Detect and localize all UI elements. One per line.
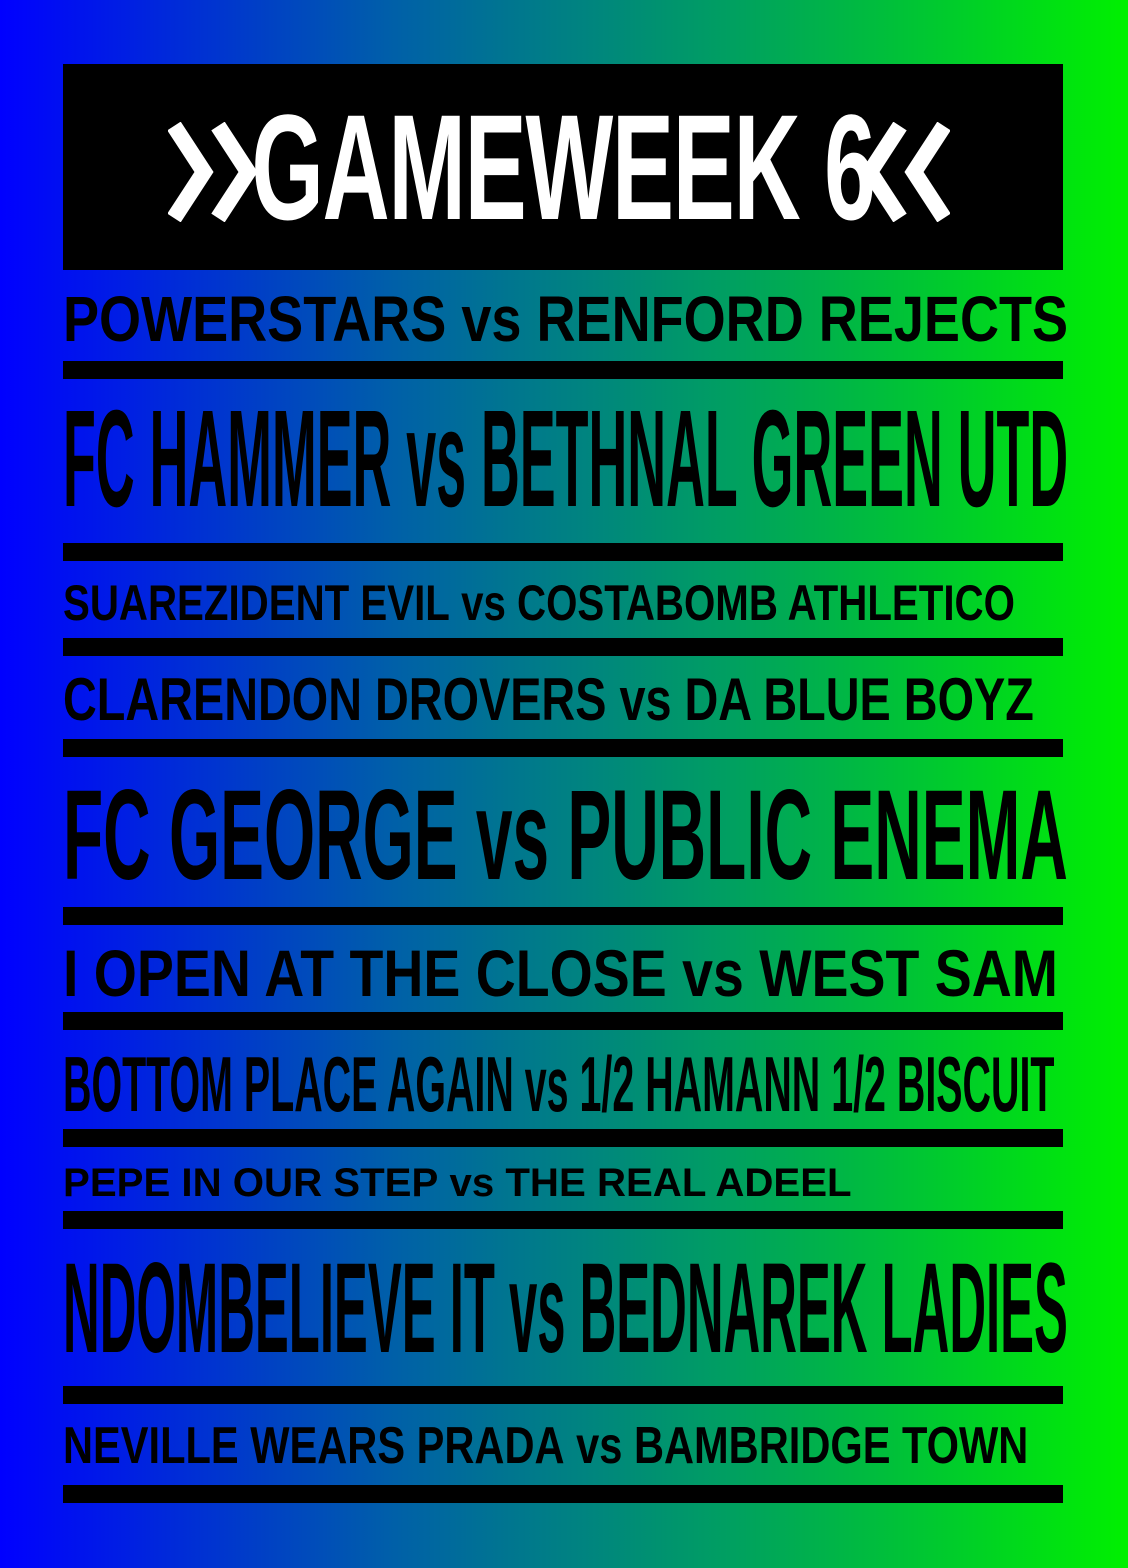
home-team: NEVILLE WEARS PRADA <box>63 1417 565 1475</box>
home-team: PEPE IN OUR STEP <box>63 1161 439 1205</box>
vs-label: vs <box>508 1237 566 1380</box>
home-team: POWERSTARS <box>63 283 447 355</box>
fixture-row: PEPE IN OUR STEP vs THE REAL ADEEL <box>63 1163 1068 1203</box>
fixture-row: NEVILLE WEARS PRADA vs BAMBRIDGE TOWN <box>63 1417 1028 1475</box>
away-team: PUBLIC ENEMA <box>567 764 1068 907</box>
divider <box>63 1485 1063 1503</box>
vs-label: vs <box>461 575 506 631</box>
divider <box>63 1386 1063 1404</box>
away-team: COSTABOMB ATHLETICO <box>517 575 1015 631</box>
vs-label: vs <box>449 1161 495 1205</box>
divider <box>63 739 1063 757</box>
fixture-row: CLARENDON DROVERS vs DA BLUE BOYZ <box>63 666 1034 733</box>
home-team: CLARENDON DROVERS <box>63 666 607 733</box>
vs-label: vs <box>475 764 550 907</box>
vs-label: vs <box>576 1417 623 1475</box>
divider <box>63 361 1063 379</box>
divider <box>63 907 1063 925</box>
home-team: FC GEORGE <box>63 764 458 907</box>
fixture-row: FC GEORGE vs PUBLIC ENEMA <box>63 764 1068 907</box>
away-team: RENFORD REJECTS <box>536 283 1069 355</box>
gameweek-title: GAMEWEEK 6 <box>251 83 875 251</box>
away-team: BEDNAREK LADIES <box>579 1237 1068 1380</box>
divider <box>63 1129 1063 1147</box>
double-chevron-right-icon <box>168 122 258 222</box>
away-team: WEST SAM <box>759 936 1058 1010</box>
home-team: SUAREZIDENT EVIL <box>63 575 450 631</box>
divider <box>63 1012 1063 1030</box>
home-team: NDOMBELIEVE IT <box>63 1237 495 1380</box>
fixture-row: I OPEN AT THE CLOSE vs WEST SAM <box>63 936 1058 1010</box>
vs-label: vs <box>619 666 672 733</box>
away-team: THE REAL ADEEL <box>505 1161 852 1205</box>
fixture-row: POWERSTARS vs RENFORD REJECTS <box>63 283 1068 355</box>
away-team: 1/2 HAMANN 1/2 BISCUIT <box>579 1040 1055 1128</box>
fixture-row: NDOMBELIEVE IT vs BEDNAREK LADIES <box>63 1245 1068 1373</box>
vs-label: vs <box>682 936 744 1010</box>
away-team: BETHNAL GREEN UTD <box>480 382 1069 536</box>
home-team: BOTTOM PLACE AGAIN <box>63 1040 514 1128</box>
fixture-row: SUAREZIDENT EVIL vs COSTABOMB ATHLETICO <box>63 575 1015 631</box>
vs-label: vs <box>461 283 522 355</box>
fixture-row: BOTTOM PLACE AGAIN vs 1/2 HAMANN 1/2 BIS… <box>63 1040 1054 1128</box>
double-chevron-left-icon <box>860 122 950 222</box>
vs-label: vs <box>406 382 467 536</box>
away-team: DA BLUE BOYZ <box>684 666 1034 733</box>
home-team: I OPEN AT THE CLOSE <box>63 936 667 1010</box>
divider <box>63 543 1063 561</box>
vs-label: vs <box>524 1040 569 1128</box>
away-team: BAMBRIDGE TOWN <box>633 1417 1029 1475</box>
fixture-row: FC HAMMER vs BETHNAL GREEN UTD <box>63 382 1068 536</box>
home-team: FC HAMMER <box>63 382 392 536</box>
divider <box>63 638 1063 656</box>
divider <box>63 1211 1063 1229</box>
